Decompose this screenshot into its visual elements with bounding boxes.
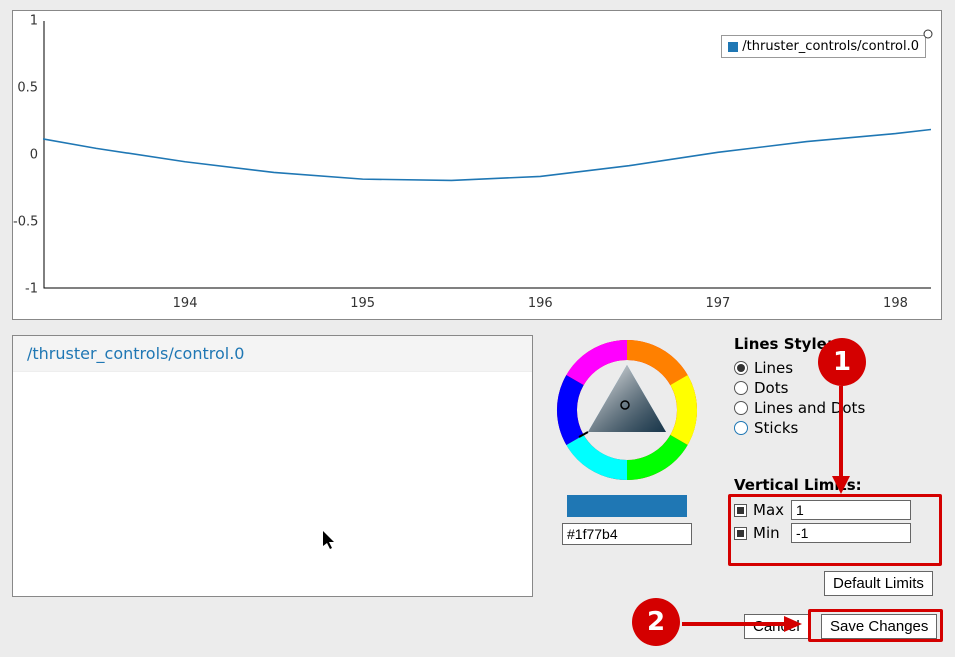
y-tick: 0 [13,148,38,163]
save-changes-button[interactable]: Save Changes [821,614,937,639]
color-hex-input[interactable] [562,523,692,545]
y-tick: -0.5 [13,215,38,230]
color-swatch [567,495,687,517]
min-input[interactable] [791,523,911,543]
list-item[interactable]: /thruster_controls/control.0 [13,336,532,372]
color-picker-panel [552,335,702,545]
min-checkbox[interactable] [734,527,747,540]
radio-label: Dots [754,379,788,397]
legend-label: /thruster_controls/control.0 [742,39,919,54]
annotation-badge-2: 2 [632,598,680,646]
x-tick: 197 [705,296,730,311]
radio-label: Sticks [754,419,798,437]
annotation-arrow-1-icon [826,386,856,496]
radio-label: Lines [754,359,793,377]
radio-icon [734,381,748,395]
x-tick: 196 [528,296,553,311]
radio-icon [734,361,748,375]
annotation-arrow-2-icon [682,614,804,634]
max-input[interactable] [791,500,911,520]
default-limits-button[interactable]: Default Limits [824,571,933,596]
x-tick: 195 [350,296,375,311]
chart-plot[interactable]: 1 0.5 0 -0.5 -1 194 195 196 197 198 [43,21,931,289]
color-wheel-icon[interactable] [552,335,702,485]
corner-handle-icon[interactable] [923,29,933,39]
x-tick: 194 [173,296,198,311]
y-tick: -1 [13,282,38,297]
max-label: Max [753,501,785,519]
x-tick: 198 [883,296,908,311]
min-label: Min [753,524,785,542]
chart-svg [43,21,931,289]
y-tick: 0.5 [13,81,38,96]
max-checkbox[interactable] [734,504,747,517]
radio-icon [734,421,748,435]
chart-panel[interactable]: 1 0.5 0 -0.5 -1 194 195 196 197 198 /thr… [12,10,942,320]
legend-swatch-icon [728,42,738,52]
radio-icon [734,401,748,415]
cursor-icon [323,531,339,551]
vertical-limits-title: Vertical Limits: [734,476,911,494]
series-list[interactable]: /thruster_controls/control.0 [12,335,533,597]
y-tick: 1 [13,14,38,29]
chart-legend[interactable]: /thruster_controls/control.0 [721,35,926,58]
annotation-badge-1: 1 [818,338,866,386]
